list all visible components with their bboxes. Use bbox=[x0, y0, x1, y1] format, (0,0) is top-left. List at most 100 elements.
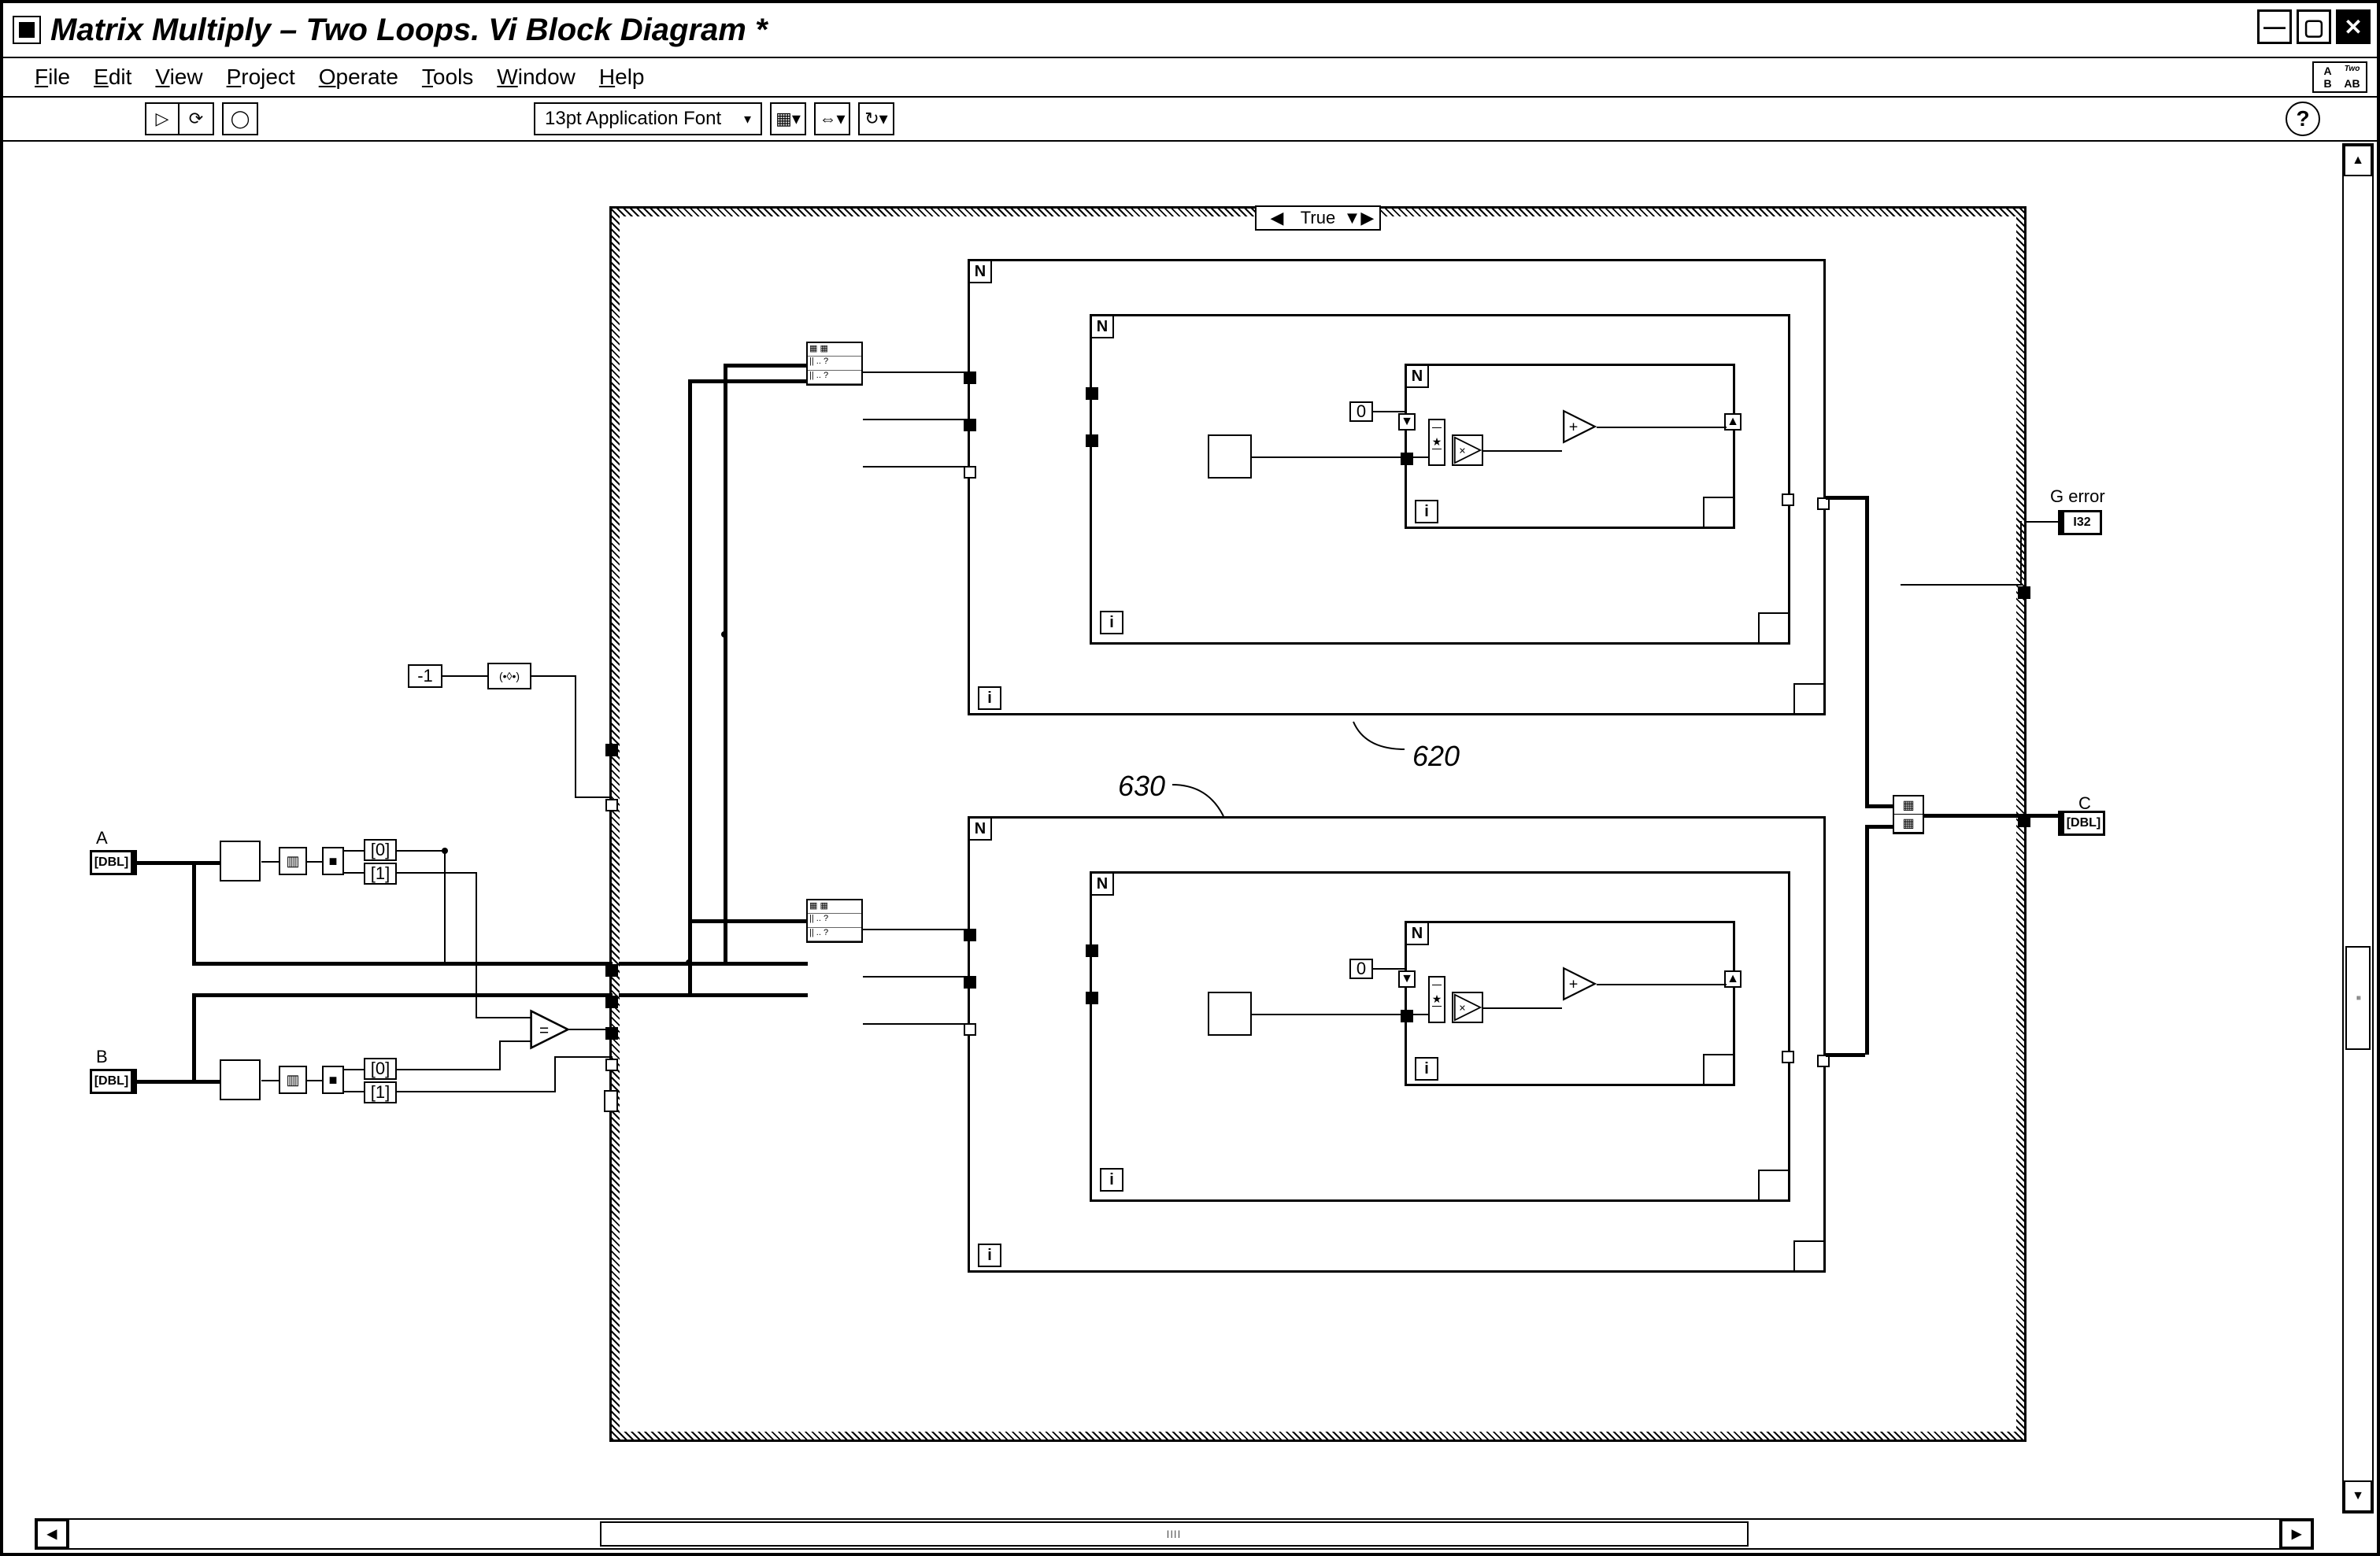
font-select[interactable]: 13pt Application Font ▾ bbox=[534, 102, 762, 135]
horizontal-scrollbar[interactable]: ◀ |||| ▶ bbox=[35, 1518, 2314, 1550]
constant-neg1[interactable]: -1 bbox=[408, 664, 442, 688]
tunnel bbox=[605, 1059, 618, 1071]
loop-i-terminal bbox=[1100, 1168, 1123, 1192]
loop-i-terminal bbox=[1415, 1057, 1438, 1081]
terminal-b[interactable]: [DBL] bbox=[90, 1069, 137, 1094]
wire bbox=[499, 1040, 501, 1070]
wire bbox=[863, 929, 969, 930]
wire bbox=[397, 1091, 554, 1092]
shift-register-right: ▲ bbox=[1724, 413, 1742, 431]
scroll-track-v[interactable]: ≡ bbox=[2344, 176, 2372, 1480]
vertical-scrollbar[interactable]: ▲ ≡ ▼ bbox=[2342, 143, 2374, 1513]
error-code-node[interactable]: (•◊•) bbox=[487, 663, 531, 689]
tunnel bbox=[1086, 944, 1098, 957]
loop-i-terminal bbox=[1415, 500, 1438, 523]
multiply-node-bottom[interactable]: × bbox=[1452, 992, 1483, 1023]
wire bbox=[344, 872, 364, 874]
wire bbox=[575, 675, 576, 797]
wire bbox=[344, 850, 364, 852]
app-icon bbox=[13, 16, 41, 44]
zero-constant-bottom[interactable]: 0 bbox=[1349, 959, 1373, 979]
distribute-button[interactable]: ⇔▾ bbox=[816, 104, 849, 134]
unbundle-node-b[interactable]: ■ bbox=[322, 1066, 344, 1094]
to-cluster-node-a[interactable]: ▥ bbox=[279, 847, 307, 875]
scroll-down-button[interactable]: ▼ bbox=[2344, 1480, 2372, 1512]
scroll-right-button[interactable]: ▶ bbox=[2281, 1520, 2312, 1548]
array-size-node-a[interactable] bbox=[220, 841, 261, 881]
minimize-button[interactable]: — bbox=[2257, 9, 2292, 44]
index-1-b[interactable]: [1] bbox=[364, 1081, 397, 1103]
vi-icon-pane[interactable]: A Two B AB bbox=[2312, 61, 2367, 93]
to-cluster-node-b[interactable]: ▥ bbox=[279, 1066, 307, 1094]
menu-edit[interactable]: Edit bbox=[94, 65, 131, 90]
compound-node-top[interactable]: ★ bbox=[1428, 419, 1445, 466]
wire bbox=[344, 1091, 364, 1092]
tunnel bbox=[964, 1023, 976, 1036]
scroll-track-h[interactable]: |||| bbox=[68, 1520, 2281, 1548]
menu-project[interactable]: Project bbox=[227, 65, 295, 90]
terminal-c[interactable]: [DBL] bbox=[2058, 811, 2105, 836]
index-0-b[interactable]: [0] bbox=[364, 1058, 397, 1080]
terminal-gerror[interactable]: I32 bbox=[2058, 510, 2102, 535]
case-next-icon[interactable]: ▼▶ bbox=[1338, 208, 1379, 228]
wire bbox=[1252, 1014, 1429, 1015]
tunnel bbox=[1401, 453, 1413, 465]
annotation-620: 620 bbox=[1412, 740, 1460, 773]
split-node-bottom[interactable]: ▦ ▦|| .. ?|| .. ? bbox=[806, 899, 863, 943]
annotation-line-630 bbox=[1168, 781, 1231, 820]
loop-i-terminal bbox=[978, 686, 1001, 710]
index-array-node-bottom[interactable] bbox=[1208, 992, 1252, 1036]
reorder-button[interactable]: ↻▾ bbox=[860, 104, 893, 134]
menu-file[interactable]: File bbox=[35, 65, 70, 90]
scroll-up-button[interactable]: ▲ bbox=[2344, 145, 2372, 176]
scroll-left-button[interactable]: ◀ bbox=[36, 1520, 68, 1548]
svg-text:=: = bbox=[539, 1022, 549, 1040]
add-node-bottom[interactable]: + bbox=[1562, 966, 1597, 1001]
menu-tools[interactable]: Tools bbox=[422, 65, 473, 90]
case-selector[interactable]: ◀ True ▼▶ bbox=[1255, 205, 1381, 231]
multiply-node-top[interactable]: × bbox=[1452, 434, 1483, 466]
menu-view[interactable]: View bbox=[155, 65, 202, 90]
scroll-thumb-h[interactable]: |||| bbox=[600, 1521, 1749, 1547]
wire bbox=[1865, 825, 1869, 1055]
menu-operate[interactable]: Operate bbox=[319, 65, 398, 90]
loop-i-terminal bbox=[1100, 611, 1123, 634]
run-continuous-button[interactable]: ⟳ bbox=[180, 104, 213, 134]
tunnel-indexing bbox=[1782, 1051, 1794, 1063]
scroll-thumb-v[interactable]: ≡ bbox=[2345, 946, 2371, 1051]
index-0-a[interactable]: [0] bbox=[364, 839, 397, 861]
terminal-a-label: A bbox=[96, 828, 108, 848]
array-size-node-b[interactable] bbox=[220, 1059, 261, 1100]
wire bbox=[1865, 496, 1869, 804]
tunnel bbox=[964, 929, 976, 941]
unbundle-node-a[interactable]: ■ bbox=[322, 847, 344, 875]
wire bbox=[192, 993, 613, 997]
wire bbox=[2020, 521, 2022, 584]
index-array-node-top[interactable] bbox=[1208, 434, 1252, 479]
wire-junction bbox=[686, 959, 692, 966]
split-node-top[interactable]: ▦ ▦|| .. ?|| .. ? bbox=[806, 342, 863, 386]
wire bbox=[575, 796, 613, 798]
menu-help[interactable]: Help bbox=[599, 65, 645, 90]
build-array-node[interactable]: ▦▦ bbox=[1893, 795, 1924, 834]
case-prev-icon[interactable]: ◀ bbox=[1257, 208, 1297, 228]
maximize-button[interactable]: ▢ bbox=[2297, 9, 2331, 44]
wire bbox=[1483, 450, 1562, 452]
wire bbox=[724, 364, 727, 963]
zero-constant-top[interactable]: 0 bbox=[1349, 401, 1373, 422]
add-node-top[interactable]: + bbox=[1562, 409, 1597, 444]
menu-window[interactable]: Window bbox=[497, 65, 576, 90]
wire bbox=[568, 1029, 613, 1030]
block-diagram-canvas[interactable]: ◀ True ▼▶ bbox=[11, 143, 2345, 1513]
align-button[interactable]: ▦▾ bbox=[772, 104, 805, 134]
terminal-a[interactable]: [DBL] bbox=[90, 850, 137, 875]
help-button[interactable]: ? bbox=[2286, 102, 2320, 136]
equal-node[interactable]: = bbox=[529, 1009, 570, 1050]
index-1-a[interactable]: [1] bbox=[364, 863, 397, 885]
run-button[interactable]: ▷ bbox=[146, 104, 180, 134]
highlight-exec-button[interactable]: ◯ bbox=[224, 104, 257, 134]
tunnel bbox=[605, 799, 618, 811]
iconpane-b: B bbox=[2315, 77, 2340, 90]
close-button[interactable]: ✕ bbox=[2336, 9, 2371, 44]
compound-node-bottom[interactable]: ★ bbox=[1428, 976, 1445, 1023]
